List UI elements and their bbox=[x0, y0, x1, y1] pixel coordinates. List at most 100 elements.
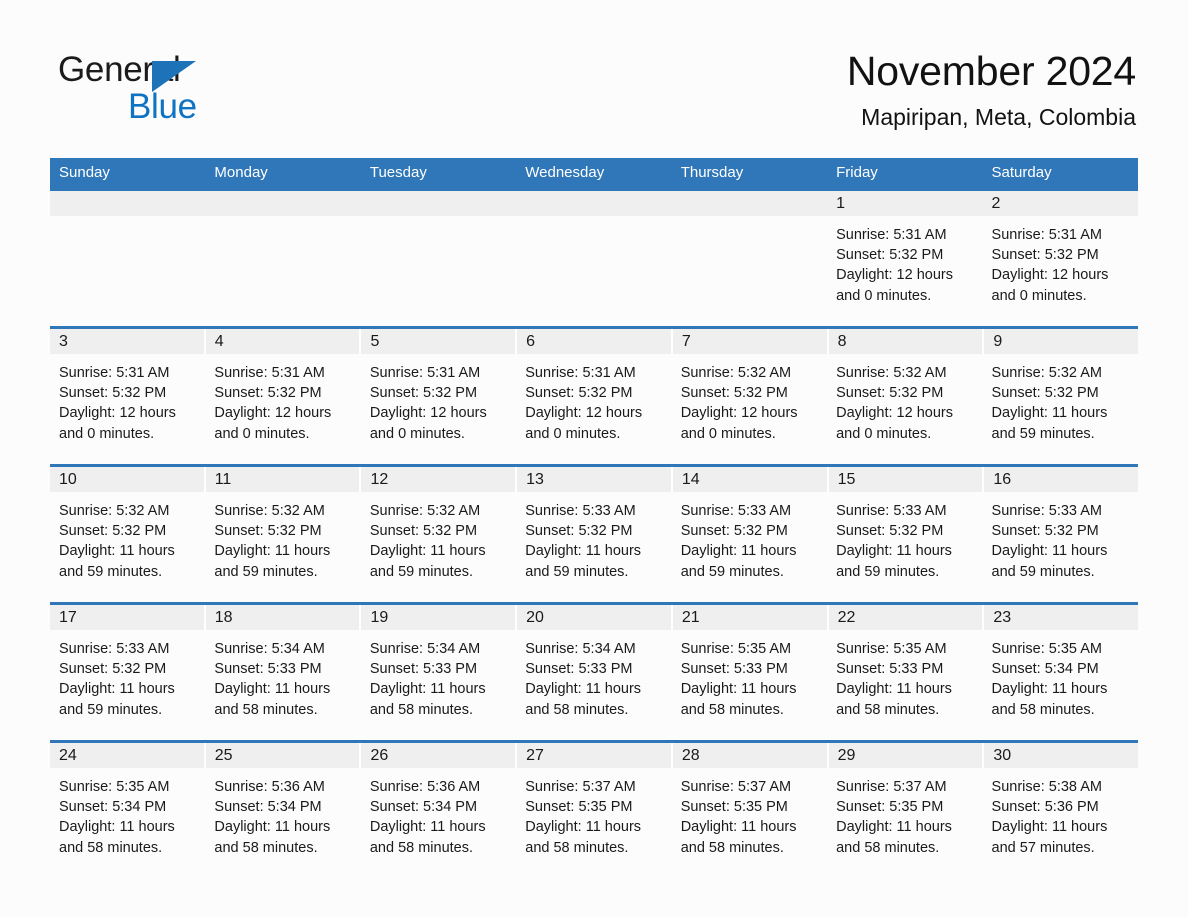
sunrise-text: Sunrise: 5:32 AM bbox=[369, 503, 481, 519]
day-cell[interactable]: Sunrise: 5:32 AM Sunset: 5:32 PM Daylight:… bbox=[50, 492, 205, 602]
sunset-text: Sunset: 5:32 PM bbox=[214, 385, 322, 402]
date-number[interactable]: 23 bbox=[984, 605, 1139, 630]
day-cell[interactable]: Sunrise: 5:34 AM Sunset: 5:33 PM Daylight:… bbox=[361, 630, 516, 740]
sunrise-text: Sunrise: 5:33 AM bbox=[59, 641, 170, 657]
day-cell[interactable]: Sunrise: 5:31 AM Sunset: 5:32 PM Daylight:… bbox=[50, 354, 205, 464]
weekday-header-thursday: Thursday bbox=[680, 164, 744, 181]
date-number[interactable]: 22 bbox=[828, 605, 983, 630]
day-cell[interactable]: Sunrise: 5:31 AM Sunset: 5:32 PM Daylight:… bbox=[361, 354, 516, 464]
date-number[interactable]: 25 bbox=[205, 743, 360, 768]
date-number[interactable]: 30 bbox=[984, 743, 1139, 768]
day-cell[interactable]: Sunrise: 5:32 AM Sunset: 5:32 PM Daylight:… bbox=[205, 492, 360, 602]
day-cell[interactable]: Sunrise: 5:37 AM Sunset: 5:35 PM Daylight:… bbox=[516, 768, 671, 878]
day-cell[interactable]: Sunrise: 5:35 AM Sunset: 5:33 PM Daylight:… bbox=[827, 630, 982, 740]
sunrise-text: Sunrise: 5:35 AM bbox=[680, 641, 792, 657]
date-number[interactable]: 5 bbox=[361, 329, 516, 354]
date-number[interactable]: 15 bbox=[828, 467, 983, 492]
sunset-text: Sunset: 5:34 PM bbox=[991, 661, 1099, 678]
date-number[interactable]: 24 bbox=[50, 743, 204, 768]
date-number[interactable]: 29 bbox=[828, 743, 983, 768]
day-cell[interactable]: Sunrise: 5:32 AM Sunset: 5:32 PM Daylight:… bbox=[983, 354, 1138, 464]
day-cell[interactable]: Sunrise: 5:35 AM Sunset: 5:33 PM Daylight:… bbox=[672, 630, 827, 740]
date-number[interactable]: 6 bbox=[517, 329, 671, 354]
date-number[interactable]: 7 bbox=[672, 329, 827, 354]
day-cell[interactable]: Sunrise: 5:37 AM Sunset: 5:35 PM Daylight:… bbox=[827, 768, 982, 878]
day-cell[interactable]: Sunrise: 5:33 AM Sunset: 5:32 PM Daylight:… bbox=[672, 492, 827, 602]
day-cell[interactable]: Sunrise: 5:31 AM Sunset: 5:32 PM Daylight:… bbox=[516, 354, 671, 464]
sunrise-text: Sunrise: 5:37 AM bbox=[836, 779, 947, 795]
day-cell[interactable]: Sunrise: 5:35 AM Sunset: 5:34 PM Daylight:… bbox=[50, 768, 205, 878]
sunrise-text: Sunrise: 5:31 AM bbox=[59, 365, 170, 381]
daylight-text-cont: and 0 minutes. bbox=[525, 425, 621, 442]
date-number[interactable]: 20 bbox=[517, 605, 671, 630]
calendar-week-row: 3 4 5 6 7 8 9 Sunrise: 5:31 AM Sunset: 5:32 PM Da… bbox=[50, 326, 1139, 464]
sunrise-text: Sunrise: 5:33 AM bbox=[680, 503, 792, 519]
date-number[interactable]: 1 bbox=[827, 191, 983, 216]
day-cell[interactable]: Sunrise: 5:35 AM Sunset: 5:34 PM Daylight:… bbox=[983, 630, 1138, 740]
sunset-text: Sunset: 5:32 PM bbox=[991, 247, 1099, 264]
date-number[interactable]: 26 bbox=[361, 743, 516, 768]
date-number[interactable]: 8 bbox=[828, 329, 983, 354]
day-cell[interactable]: Sunrise: 5:34 AM Sunset: 5:33 PM Daylight:… bbox=[205, 630, 360, 740]
date-number[interactable]: 18 bbox=[205, 605, 360, 630]
weekday-header-wednesday: Wednesday bbox=[525, 164, 605, 181]
day-cell[interactable]: Sunrise: 5:33 AM Sunset: 5:32 PM Daylight:… bbox=[983, 492, 1138, 602]
date-number[interactable]: 3 bbox=[50, 329, 204, 354]
day-cell[interactable]: Sunrise: 5:33 AM Sunset: 5:32 PM Daylight:… bbox=[516, 492, 671, 602]
sunset-text: Sunset: 5:33 PM bbox=[214, 661, 322, 678]
weekday-header-row: Sunday Monday Tuesday Wednesday Thursday Frid… bbox=[50, 158, 1138, 188]
daylight-text-cont: and 59 minutes. bbox=[59, 563, 163, 580]
daylight-text-cont: and 59 minutes. bbox=[680, 563, 784, 580]
daylight-text: Daylight: 11 hours bbox=[991, 405, 1108, 422]
date-number-strip: 12 bbox=[50, 191, 1138, 216]
daylight-text: Daylight: 11 hours bbox=[991, 543, 1108, 560]
general-blue-logo: General Blue bbox=[58, 52, 358, 132]
sunrise-text: Sunrise: 5:32 AM bbox=[991, 365, 1102, 381]
daylight-text: Daylight: 11 hours bbox=[214, 819, 331, 836]
date-number[interactable]: 21 bbox=[672, 605, 827, 630]
daylight-text-cont: and 58 minutes. bbox=[369, 701, 474, 718]
date-number[interactable]: 17 bbox=[50, 605, 204, 630]
day-cell[interactable]: Sunrise: 5:36 AM Sunset: 5:34 PM Daylight:… bbox=[205, 768, 360, 878]
page-subtitle: Mapiripan, Meta, Colombia bbox=[861, 104, 1136, 131]
sunset-text: Sunset: 5:33 PM bbox=[369, 661, 478, 678]
date-number[interactable]: 11 bbox=[205, 467, 360, 492]
day-cell[interactable]: Sunrise: 5:31 AM Sunset: 5:32 PM Daylight:… bbox=[983, 216, 1138, 326]
calendar-page: General Blue November 2024 Mapiripan, Me… bbox=[0, 0, 1188, 918]
date-number[interactable]: 14 bbox=[672, 467, 827, 492]
day-cell[interactable]: Sunrise: 5:31 AM Sunset: 5:32 PM Daylight:… bbox=[827, 216, 982, 326]
daylight-text-cont: and 0 minutes. bbox=[214, 425, 310, 442]
date-number[interactable]: 19 bbox=[361, 605, 516, 630]
sunset-text: Sunset: 5:32 PM bbox=[59, 523, 167, 540]
day-cell[interactable]: Sunrise: 5:31 AM Sunset: 5:32 PM Daylight:… bbox=[205, 354, 360, 464]
date-cell-empty bbox=[671, 191, 828, 216]
date-number[interactable]: 16 bbox=[984, 467, 1139, 492]
page-header: General Blue November 2024 Mapiripan, Me… bbox=[0, 0, 1188, 150]
date-number[interactable]: 4 bbox=[205, 329, 360, 354]
day-cell[interactable]: Sunrise: 5:32 AM Sunset: 5:32 PM Daylight:… bbox=[827, 354, 982, 464]
day-cell[interactable]: Sunrise: 5:32 AM Sunset: 5:32 PM Daylight:… bbox=[672, 354, 827, 464]
daylight-text: Daylight: 11 hours bbox=[525, 681, 642, 698]
daylight-text-cont: and 0 minutes. bbox=[369, 425, 465, 442]
sunrise-text: Sunrise: 5:33 AM bbox=[991, 503, 1102, 519]
sunset-text: Sunset: 5:35 PM bbox=[680, 799, 788, 816]
date-number[interactable]: 10 bbox=[50, 467, 204, 492]
date-number[interactable]: 12 bbox=[361, 467, 516, 492]
date-number[interactable]: 13 bbox=[517, 467, 671, 492]
date-number[interactable]: 9 bbox=[984, 329, 1139, 354]
date-number[interactable]: 28 bbox=[672, 743, 827, 768]
date-number[interactable]: 27 bbox=[517, 743, 671, 768]
day-cell[interactable]: Sunrise: 5:33 AM Sunset: 5:32 PM Daylight:… bbox=[827, 492, 982, 602]
calendar-week-row: 10 11 12 13 14 15 16 Sunrise: 5:32 AM Sunset: 5:… bbox=[50, 464, 1139, 602]
date-cell-empty bbox=[360, 191, 517, 216]
day-cell[interactable]: Sunrise: 5:36 AM Sunset: 5:34 PM Daylight:… bbox=[361, 768, 516, 878]
sunset-text: Sunset: 5:34 PM bbox=[59, 799, 167, 816]
day-cell[interactable]: Sunrise: 5:34 AM Sunset: 5:33 PM Daylight:… bbox=[516, 630, 671, 740]
day-cell[interactable]: Sunrise: 5:32 AM Sunset: 5:32 PM Daylight:… bbox=[361, 492, 516, 602]
day-cell[interactable]: Sunrise: 5:33 AM Sunset: 5:32 PM Daylight:… bbox=[50, 630, 205, 740]
day-cell[interactable]: Sunrise: 5:38 AM Sunset: 5:36 PM Daylight:… bbox=[983, 768, 1138, 878]
day-cell[interactable]: Sunrise: 5:37 AM Sunset: 5:35 PM Daylight:… bbox=[672, 768, 827, 878]
weekday-header-saturday: Saturday bbox=[991, 164, 1052, 181]
date-number[interactable]: 2 bbox=[982, 191, 1138, 216]
daylight-text-cont: and 59 minutes. bbox=[59, 701, 163, 718]
